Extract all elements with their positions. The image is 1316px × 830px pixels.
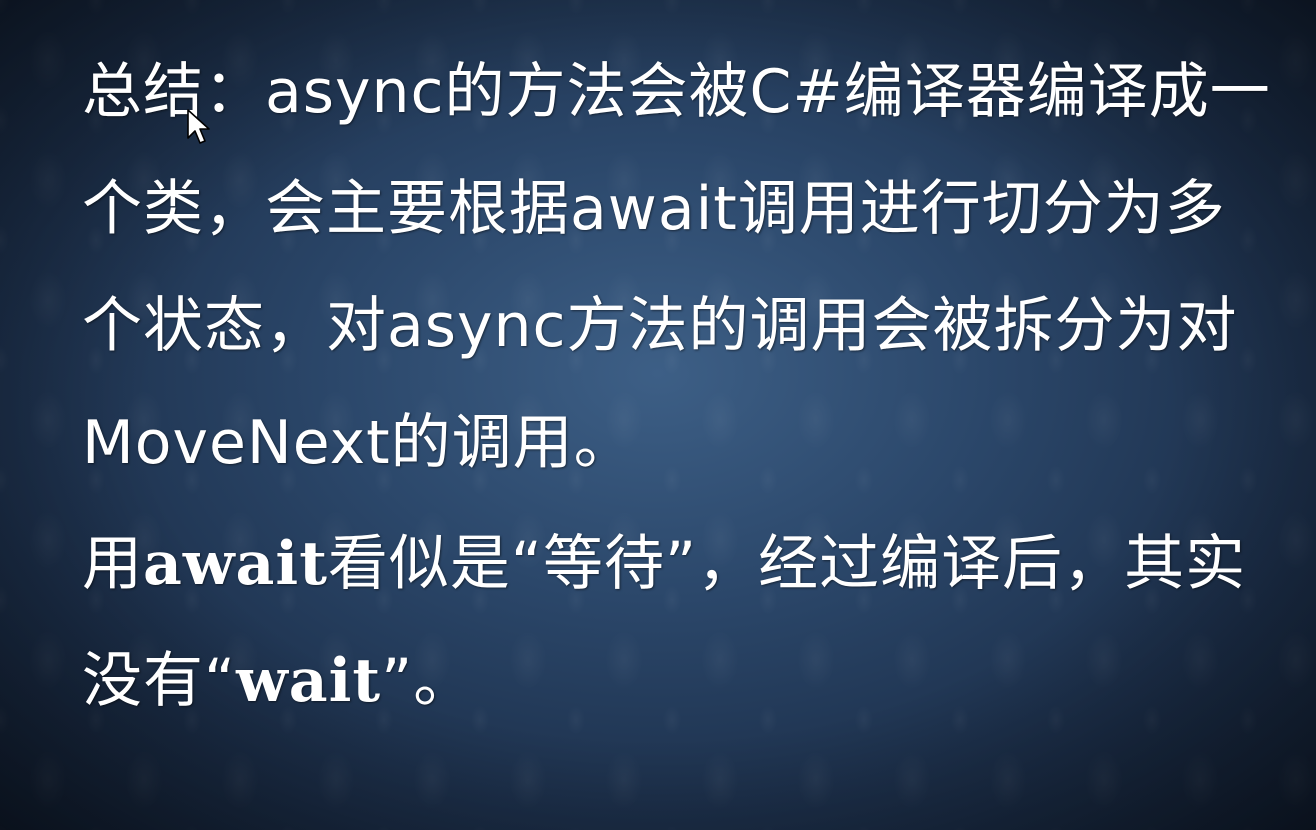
await-text-1: 用 (82, 529, 143, 599)
await-paragraph: 用await看似是“等待”，经过编译后，其实没有“wait”。 (82, 506, 1282, 740)
summary-paragraph: 总结：async的方法会被C#编译器编译成一个类，会主要根据await调用进行切… (82, 57, 1271, 478)
wait-keyword: wait (236, 646, 382, 716)
slide-content: 总结：async的方法会被C#编译器编译成一个类，会主要根据await调用进行切… (82, 34, 1282, 740)
await-text-3: ”。 (381, 646, 475, 716)
presentation-slide: 总结：async的方法会被C#编译器编译成一个类，会主要根据await调用进行切… (0, 0, 1316, 830)
mouse-pointer-icon (187, 109, 210, 144)
await-keyword: await (143, 529, 328, 599)
